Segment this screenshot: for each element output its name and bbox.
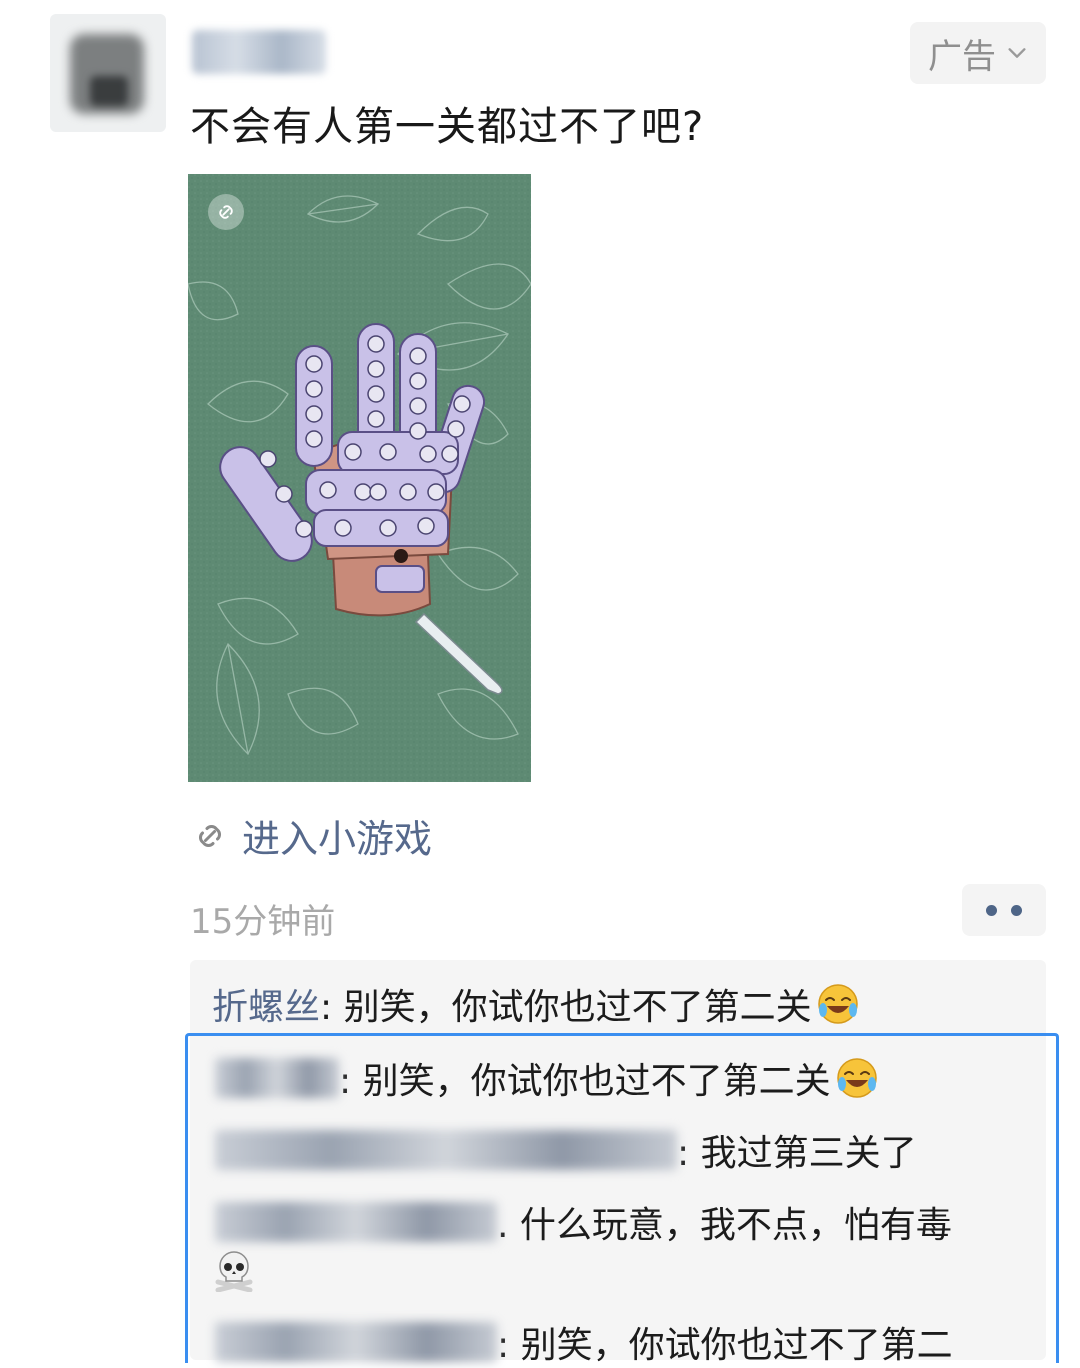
comment-text: . 什么玩意，我不点，怕有毒 bbox=[497, 1205, 952, 1246]
laugh-cry-emoji-icon bbox=[817, 984, 858, 1024]
link-icon bbox=[199, 824, 221, 847]
author-nickname-blurred[interactable] bbox=[192, 30, 326, 74]
author-avatar[interactable] bbox=[50, 14, 166, 132]
comment-author-blurred[interactable] bbox=[215, 1058, 339, 1098]
mini-game-thumbnail[interactable] bbox=[188, 174, 531, 782]
comment-item[interactable]: : 别笑，你试你也过不了第二关 bbox=[215, 1052, 879, 1104]
game-preview-image bbox=[188, 174, 531, 782]
avatar-blur-shape-2 bbox=[90, 76, 128, 106]
chevron-down-icon bbox=[1008, 48, 1026, 58]
ad-label-text: 广告 bbox=[928, 36, 996, 77]
ad-label-button[interactable]: 广告 bbox=[910, 22, 1046, 84]
laugh-cry-emoji-icon bbox=[836, 1058, 877, 1098]
comment-text: : 别笑，你试你也过不了第二 bbox=[497, 1325, 953, 1366]
comment-author-blurred[interactable] bbox=[215, 1130, 677, 1170]
comment-item[interactable]: 折螺丝 : 别笑，你试你也过不了第二关 bbox=[212, 978, 860, 1030]
comment-author-blurred[interactable] bbox=[215, 1322, 497, 1362]
enter-mini-game-link[interactable]: 进入小游戏 bbox=[192, 808, 432, 863]
skull-crossbones-emoji-icon bbox=[215, 1251, 253, 1292]
post-text: 不会有人第一关都过不了吧? bbox=[190, 104, 705, 150]
comment-item[interactable]: : 别笑，你试你也过不了第二 bbox=[215, 1316, 953, 1368]
comment-text: : 别笑，你试你也过不了第二关 bbox=[339, 1061, 831, 1102]
more-dots-icon bbox=[986, 904, 997, 916]
comment-text: : 我过第三关了 bbox=[677, 1133, 917, 1174]
comment-item[interactable]: : 我过第三关了 bbox=[215, 1124, 917, 1176]
enter-mini-game-label: 进入小游戏 bbox=[242, 817, 433, 861]
mini-program-badge-icon bbox=[208, 194, 244, 230]
more-actions-button[interactable] bbox=[962, 884, 1046, 936]
comment-emoji-line bbox=[212, 1248, 256, 1292]
comment-author-blurred[interactable] bbox=[215, 1202, 497, 1242]
comment-author[interactable]: 折螺丝 bbox=[212, 978, 320, 1030]
more-dots-icon bbox=[1011, 904, 1022, 916]
comment-item[interactable]: . 什么玩意，我不点，怕有毒 bbox=[215, 1196, 952, 1248]
comment-text: : 别笑，你试你也过不了第二关 bbox=[320, 987, 812, 1028]
post-timestamp: 15分钟前 bbox=[190, 902, 336, 942]
